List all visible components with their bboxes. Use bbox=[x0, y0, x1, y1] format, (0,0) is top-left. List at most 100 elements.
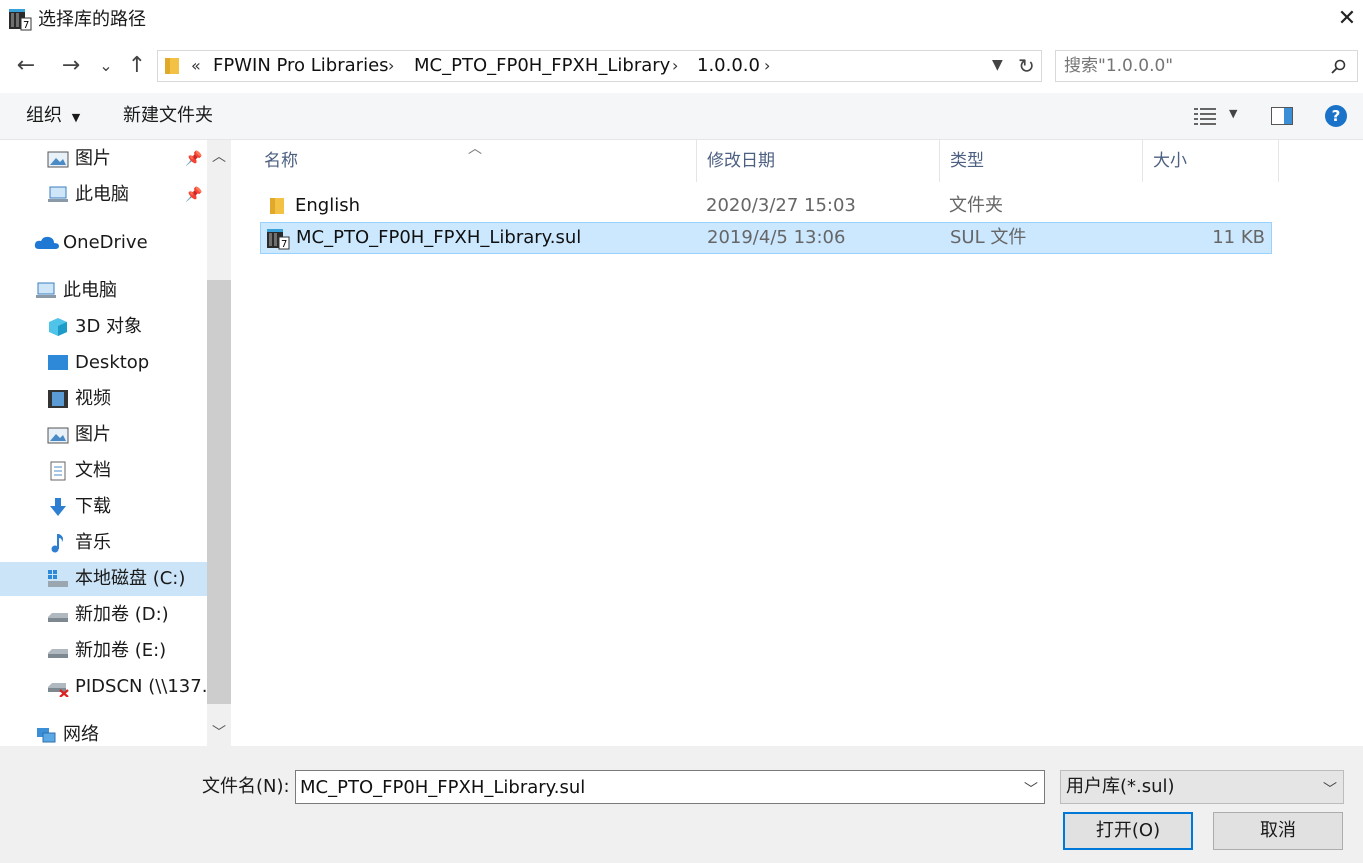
address-bar[interactable]: « FPWIN Pro Libraries › MC_PTO_FP0H_FPXH… bbox=[157, 50, 1042, 82]
local-disk-icon bbox=[48, 570, 68, 587]
chevron-down-icon[interactable]: ▼ bbox=[1229, 107, 1237, 120]
open-button[interactable]: 打开(O) bbox=[1063, 812, 1193, 850]
sidebar-item-pictures-quick[interactable]: 图片 📌 bbox=[0, 142, 207, 176]
file-type-filter[interactable]: 用户库(*.sul) ﹀ bbox=[1060, 770, 1344, 804]
filter-value: 用户库(*.sul) bbox=[1066, 776, 1175, 797]
scroll-up-icon[interactable]: ︿ bbox=[207, 145, 231, 169]
filename-combobox[interactable]: ﹀ bbox=[295, 770, 1045, 804]
title-bar: 7 选择库的路径 ✕ bbox=[0, 0, 1363, 40]
video-icon bbox=[48, 390, 68, 408]
file-modified: 2019/4/5 13:06 bbox=[707, 227, 846, 248]
sidebar-item-label: PIDSCN (\\137.4 bbox=[75, 676, 207, 697]
preview-pane-icon[interactable] bbox=[1271, 107, 1293, 125]
documents-icon bbox=[50, 461, 66, 481]
search-input[interactable] bbox=[1064, 55, 1324, 77]
breadcrumb-separator-icon[interactable]: › bbox=[764, 55, 770, 77]
sidebar-item-onedrive[interactable]: OneDrive bbox=[0, 226, 207, 260]
back-button[interactable]: ← bbox=[12, 52, 40, 80]
pin-icon[interactable]: 📌 bbox=[185, 178, 202, 212]
sidebar-item-this-pc-quick[interactable]: 此电脑 📌 bbox=[0, 178, 207, 212]
pictures-icon bbox=[47, 427, 69, 444]
file-type: SUL 文件 bbox=[950, 227, 1027, 248]
sidebar-item-3d-objects[interactable]: 3D 对象 bbox=[0, 310, 207, 344]
file-name: MC_PTO_FP0H_FPXH_Library.sul bbox=[296, 227, 582, 248]
sidebar-item-label: 视频 bbox=[75, 388, 111, 409]
filename-input[interactable] bbox=[300, 776, 1000, 798]
onedrive-icon bbox=[34, 236, 59, 249]
breadcrumb-item[interactable]: 1.0.0.0 bbox=[697, 55, 760, 77]
command-bar: 组织 ▼ 新建文件夹 ▼ ? bbox=[0, 93, 1363, 140]
sul-file-icon: 7 bbox=[267, 229, 290, 250]
new-folder-button[interactable]: 新建文件夹 bbox=[123, 105, 213, 127]
column-header-name[interactable]: 名称 bbox=[254, 140, 697, 182]
cancel-button[interactable]: 取消 bbox=[1213, 812, 1343, 850]
sidebar-item-label: 此电脑 bbox=[75, 184, 129, 205]
folder-icon bbox=[270, 198, 284, 214]
breadcrumb-item[interactable]: MC_PTO_FP0H_FPXH_Library bbox=[414, 55, 670, 77]
view-options-icon[interactable] bbox=[1194, 107, 1216, 125]
breadcrumb-item[interactable]: FPWIN Pro Libraries bbox=[213, 55, 389, 77]
chevron-down-icon[interactable]: ﹀ bbox=[1024, 779, 1038, 799]
sidebar-item-label: OneDrive bbox=[63, 232, 148, 253]
chevron-down-icon[interactable]: ﹀ bbox=[1323, 779, 1337, 799]
svg-text:7: 7 bbox=[23, 20, 29, 31]
file-list[interactable]: ︿ 名称 修改日期 类型 大小 English 2020/3/27 15:03 … bbox=[236, 140, 1363, 746]
close-icon[interactable]: ✕ bbox=[1334, 6, 1360, 32]
column-header-modified[interactable]: 修改日期 bbox=[697, 140, 940, 182]
sidebar-item-network-drive[interactable]: PIDSCN (\\137.4 bbox=[0, 670, 207, 704]
computer-icon bbox=[36, 282, 56, 298]
app-icon: 7 bbox=[9, 9, 32, 31]
pictures-icon bbox=[47, 151, 69, 168]
organize-label: 组织 bbox=[26, 105, 62, 126]
sidebar-item-local-disk-c[interactable]: 本地磁盘 (C:) bbox=[0, 562, 207, 596]
sidebar-item-pictures[interactable]: 图片 bbox=[0, 418, 207, 452]
network-drive-disconnected-icon bbox=[48, 683, 69, 697]
breadcrumb-overflow[interactable]: « bbox=[191, 55, 201, 77]
pin-icon[interactable]: 📌 bbox=[185, 142, 202, 176]
up-button[interactable]: ↑ bbox=[123, 52, 151, 80]
file-type: 文件夹 bbox=[949, 195, 1003, 216]
file-modified: 2020/3/27 15:03 bbox=[706, 195, 856, 216]
sidebar-item-network[interactable]: 网络 bbox=[0, 718, 207, 746]
sidebar-item-label: 网络 bbox=[63, 724, 99, 745]
sidebar-item-desktop[interactable]: Desktop bbox=[0, 346, 207, 380]
scroll-down-icon[interactable]: ﹀ bbox=[207, 721, 231, 745]
downloads-icon bbox=[50, 498, 66, 516]
sidebar-scrollbar-thumb[interactable] bbox=[207, 280, 231, 704]
organize-button[interactable]: 组织 ▼ bbox=[26, 105, 80, 129]
dialog-title: 选择库的路径 bbox=[38, 9, 146, 30]
column-header-size[interactable]: 大小 bbox=[1143, 140, 1279, 182]
search-icon[interactable] bbox=[1330, 59, 1346, 75]
folder-icon bbox=[165, 58, 179, 74]
table-row[interactable]: English 2020/3/27 15:03 文件夹 bbox=[260, 191, 1272, 221]
table-row[interactable]: 7 MC_PTO_FP0H_FPXH_Library.sul 2019/4/5 … bbox=[260, 222, 1272, 254]
sidebar-item-drive-e[interactable]: 新加卷 (E:) bbox=[0, 634, 207, 668]
sidebar-item-label: 音乐 bbox=[75, 532, 111, 553]
file-size: 11 KB bbox=[1212, 227, 1265, 248]
file-name: English bbox=[295, 195, 360, 216]
recent-locations-icon[interactable]: ⌄ bbox=[92, 52, 120, 80]
music-icon bbox=[51, 534, 63, 553]
sidebar-item-label: Desktop bbox=[75, 352, 150, 373]
sidebar-item-videos[interactable]: 视频 bbox=[0, 382, 207, 416]
computer-icon bbox=[48, 186, 68, 202]
navigation-pane[interactable]: 图片 📌 此电脑 📌 OneDrive 此电脑 3D 对象 Desktop 视频… bbox=[0, 140, 231, 746]
filename-label: 文件名(N): bbox=[202, 776, 290, 797]
sidebar-item-label: 新加卷 (E:) bbox=[75, 640, 167, 661]
refresh-icon[interactable]: ↻ bbox=[1018, 54, 1035, 78]
sidebar-item-documents[interactable]: 文档 bbox=[0, 454, 207, 488]
address-dropdown-icon[interactable]: ▼ bbox=[992, 57, 1003, 73]
network-icon bbox=[37, 728, 56, 743]
column-header-type[interactable]: 类型 bbox=[940, 140, 1143, 182]
sidebar-item-music[interactable]: 音乐 bbox=[0, 526, 207, 560]
sidebar-item-downloads[interactable]: 下载 bbox=[0, 490, 207, 524]
sidebar-item-label: 下载 bbox=[75, 496, 111, 517]
help-icon[interactable]: ? bbox=[1324, 104, 1348, 128]
forward-button[interactable]: → bbox=[57, 52, 85, 80]
breadcrumb-separator-icon: › bbox=[388, 56, 395, 75]
sidebar-item-label: 图片 bbox=[75, 424, 111, 445]
sidebar-item-this-pc[interactable]: 此电脑 bbox=[0, 274, 207, 308]
search-box[interactable] bbox=[1055, 50, 1358, 82]
chevron-down-icon: ▼ bbox=[71, 111, 81, 124]
sidebar-item-drive-d[interactable]: 新加卷 (D:) bbox=[0, 598, 207, 632]
